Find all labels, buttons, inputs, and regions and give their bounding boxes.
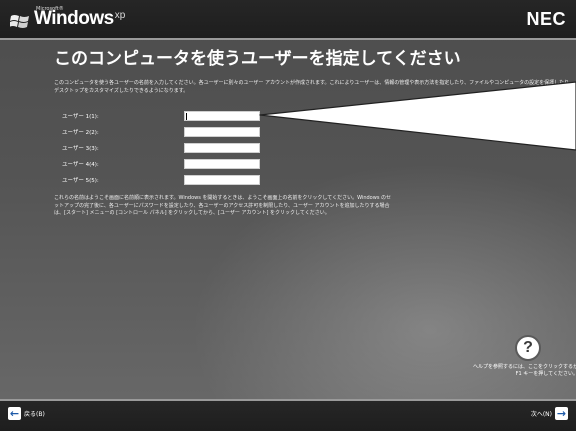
next-button[interactable]: 次へ(N) → (531, 407, 568, 420)
help-icon[interactable]: ? (515, 335, 541, 361)
back-arrow-icon: ← (8, 407, 21, 420)
next-label: 次へ(N) (530, 411, 552, 418)
instruction-text: これらの名前はようこそ画面に名前順に表示されます。Windows を開始するとき… (54, 195, 392, 216)
setup-screen: Microsoft® Windows xp NEC このコンピュータを使うユーザ… (0, 0, 576, 431)
back-button[interactable]: ← 戻る(B) (8, 407, 45, 420)
footer-bar: ← 戻る(B) 次へ(N) → (0, 401, 576, 431)
next-arrow-icon: → (555, 407, 568, 420)
help-text[interactable]: ヘルプを参照するには、ここをクリックするか F1 キーを押してください。 (468, 364, 576, 378)
back-label: 戻る(B) (24, 411, 45, 418)
